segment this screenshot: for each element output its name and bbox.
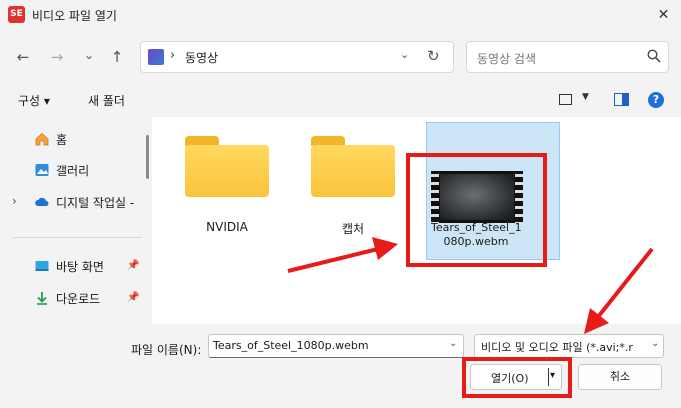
file-type-value: 비디오 및 오디오 파일 (*.avi;*.r — [481, 341, 633, 354]
refresh-icon[interactable]: ↻ — [427, 47, 440, 65]
cancel-button[interactable]: 취소 — [578, 364, 662, 390]
videos-folder-icon — [148, 49, 164, 65]
new-folder-button[interactable]: 새 폴더 — [88, 92, 125, 109]
download-icon — [37, 292, 47, 305]
back-button[interactable]: ← — [10, 44, 36, 70]
sidebar-item-downloads[interactable]: 다운로드 📌 — [0, 285, 142, 311]
file-type-select[interactable]: 비디오 및 오디오 파일 (*.avi;*.r ⌄ — [474, 334, 664, 358]
item-label: NVIDIA — [206, 220, 248, 234]
preview-pane-fill — [622, 94, 628, 105]
home-icon — [35, 132, 49, 146]
highlight-box-video — [406, 153, 547, 267]
sidebar-item-desktop[interactable]: 바탕 화면 📌 — [0, 253, 142, 279]
breadcrumb-videos[interactable]: 동영상 — [185, 49, 218, 66]
expand-chevron-icon[interactable]: › — [12, 194, 17, 208]
sidebar-item-cloud[interactable]: 디지털 작업실 - — [0, 189, 142, 215]
search-placeholder: 동영상 검색 — [477, 52, 537, 66]
highlight-box-open — [462, 357, 572, 398]
pin-icon[interactable]: 📌 — [127, 292, 139, 303]
forward-button[interactable]: → — [44, 44, 70, 70]
cloud-icon — [35, 197, 49, 206]
desktop-icon — [35, 261, 49, 271]
sidebar-item-label: 바탕 화면 — [56, 260, 104, 274]
search-icon[interactable] — [647, 49, 661, 63]
up-button[interactable]: ↑ — [104, 44, 130, 70]
sidebar-item-label: 다운로드 — [56, 292, 101, 306]
search-input[interactable]: 동영상 검색 — [466, 41, 669, 73]
close-button[interactable]: ✕ — [646, 0, 681, 30]
sidebar-item-label: 갤러리 — [56, 164, 90, 178]
breadcrumb-chevron-icon[interactable]: › — [170, 48, 175, 63]
filename-input[interactable]: Tears_of_Steel_1080p.webm ⌄ — [208, 334, 464, 358]
sidebar-divider — [12, 237, 142, 238]
gallery-icon — [35, 164, 49, 176]
folder-icon — [311, 145, 395, 197]
address-dropdown-icon[interactable]: ⌄ — [400, 48, 409, 61]
sidebar-scrollbar[interactable] — [146, 135, 149, 179]
file-type-dropdown-icon[interactable]: ⌄ — [649, 338, 660, 349]
preview-pane-icon[interactable] — [614, 93, 629, 106]
view-mode-dropdown-icon[interactable]: ▼ — [582, 92, 589, 102]
filename-value: Tears_of_Steel_1080p.webm — [213, 339, 369, 352]
sidebar-item-label: 홈 — [56, 133, 68, 147]
sidebar-item-gallery[interactable]: 갤러리 — [0, 157, 142, 183]
window-title: 비디오 파일 열기 — [32, 9, 117, 23]
pin-icon[interactable]: 📌 — [127, 260, 139, 271]
filename-dropdown-icon[interactable]: ⌄ — [449, 338, 457, 349]
filename-label: 파일 이름(N): — [131, 343, 202, 357]
address-bar[interactable]: › 동영상 ⌄ ↻ — [140, 41, 454, 73]
folder-icon — [185, 145, 269, 197]
help-icon[interactable]: ? — [648, 92, 664, 108]
item-label: 캡처 — [341, 222, 365, 236]
app-icon: SE — [8, 6, 25, 23]
recent-locations-button[interactable]: ⌄ — [76, 42, 102, 68]
sidebar-item-label: 디지털 작업실 - — [56, 196, 135, 210]
sidebar-item-home[interactable]: 홈 — [0, 126, 142, 152]
view-mode-icon[interactable] — [559, 94, 572, 105]
navigation-pane: 홈 갤러리 디지털 작업실 - 바탕 화면 📌 다운로드 📌 — [0, 117, 152, 324]
organize-menu[interactable]: 구성 ▾ — [18, 92, 50, 109]
